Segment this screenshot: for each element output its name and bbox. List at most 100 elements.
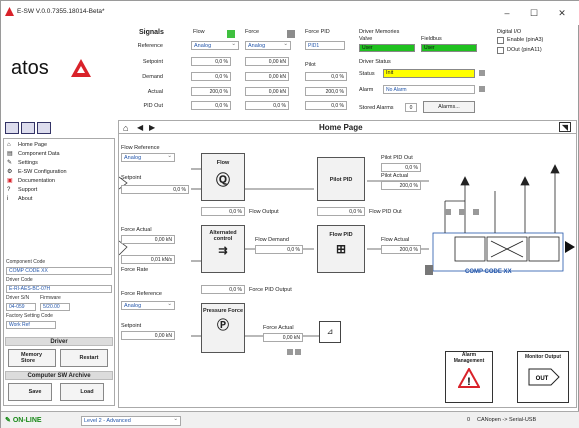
force-rate-value: 0,01 kN/s — [121, 255, 175, 264]
fieldbus-label: Fieldbus — [421, 36, 442, 42]
svg-text:OUT: OUT — [536, 376, 549, 382]
flow-demand-value: 0,0 % — [191, 72, 231, 81]
driver-sn-value: 04-059 — [6, 303, 36, 311]
driver-status-title: Driver Status — [359, 59, 391, 65]
atos-app-icon — [5, 7, 14, 16]
forcepid-header: Force PID — [305, 29, 330, 35]
flow-block[interactable]: Flow Ⓠ — [201, 153, 245, 201]
flow-output-label: Flow Output — [249, 209, 279, 215]
switch-icon: ⇉ — [218, 245, 228, 257]
pilot-header: Pilot — [305, 62, 316, 68]
svg-text:!: ! — [467, 376, 471, 388]
output-arrow-icon: OUT — [528, 368, 560, 386]
access-level-select[interactable]: Level 2 - Advanced — [81, 415, 181, 426]
app-window: E-SW V.0.0.7355.18014-Beta* – ☐ ✕ atos S… — [0, 0, 579, 428]
save-button[interactable]: Save — [8, 383, 52, 401]
component-code-label: Component Code — [6, 259, 46, 265]
component-icon: ▤ — [7, 151, 13, 157]
minimize-button[interactable]: – — [495, 5, 519, 21]
pressure-force-block[interactable]: Pressure Force Ⓟ — [201, 303, 245, 353]
home-icon: ⌂ — [7, 142, 11, 148]
flow-output-value: 0,0 % — [201, 207, 245, 216]
force-pidout-value: 0,0 % — [245, 101, 289, 110]
actual-label: Actual — [147, 89, 163, 95]
info-icon: i — [7, 196, 9, 202]
pilot-actual-label: Pilot Actual — [381, 173, 409, 179]
valve-label: Valve — [359, 36, 373, 42]
setpoint-label: Setpoint — [121, 175, 142, 181]
alternated-control-label: Alternated control — [209, 230, 237, 242]
force-rate-label: Force Rate — [121, 267, 149, 273]
force-reference-label: Force Reference — [121, 291, 162, 297]
pilot-pid-block[interactable]: Pilot PID — [317, 157, 365, 201]
alarm-management-button[interactable]: Alarm Management ! — [445, 351, 493, 403]
close-button[interactable]: ✕ — [550, 5, 574, 21]
flow-reference-select[interactable]: Analog — [191, 40, 239, 50]
force-reference-dropdown[interactable]: Analog — [121, 300, 175, 310]
flow-pid-out-value: 0,0 % — [317, 207, 365, 216]
nav-component-data[interactable]: ▤ Component Data — [4, 150, 114, 159]
maximize-button[interactable]: ☐ — [522, 5, 546, 21]
dout-checkbox[interactable] — [497, 47, 504, 54]
component-code-value: COMP CODE XX — [6, 267, 112, 275]
driver-memories-panel: Driver Memories Valve Fieldbus User User… — [357, 29, 487, 117]
flow-pid-block[interactable]: Flow PID ⊞ — [317, 225, 365, 273]
flow-reference-dropdown[interactable]: Analog — [121, 152, 175, 162]
warning-icon: ! — [457, 366, 481, 388]
connection-count: 0 — [467, 417, 471, 423]
nav-settings[interactable]: ✎ Settings — [4, 159, 114, 168]
flow-actual-value: 200,0 % — [191, 87, 231, 96]
force-setpoint-value: 0,00 kN — [245, 57, 289, 66]
force-led — [287, 30, 295, 38]
restart-button[interactable]: Restart — [60, 349, 108, 367]
alternated-control-block[interactable]: Alternated control ⇉ — [201, 225, 245, 273]
load-button[interactable]: Load — [60, 383, 104, 401]
nav-home-page[interactable]: ⌂ Home Page — [4, 141, 114, 150]
driver-memories-title: Driver Memories — [359, 29, 400, 35]
flow-pid-out-label: Flow PID Out — [369, 209, 402, 215]
enable-checkbox[interactable] — [497, 37, 504, 44]
flow-pid-label: Flow PID — [329, 232, 353, 238]
nav-esw-configuration[interactable]: ⚙ E-SW Configuration — [4, 168, 114, 177]
status-indicator — [479, 70, 485, 76]
nav-about[interactable]: i About — [4, 195, 114, 204]
layout-icon[interactable] — [21, 122, 35, 134]
digital-io-panel: Digital I/O Enable (pinA3) DOut (pinA11) — [497, 29, 577, 69]
alarm-label: Alarm — [359, 87, 374, 93]
indicator — [459, 209, 465, 215]
force-reference-select[interactable]: Analog — [245, 40, 291, 50]
support-icon: ? — [7, 187, 11, 193]
grid-icon[interactable] — [37, 122, 51, 134]
nav-list: ⌂ Home Page ▤ Component Data ✎ Settings ⚙ E-… — [4, 139, 114, 204]
nav-documentation[interactable]: ▣ Documentation — [4, 177, 114, 186]
monitor-output-button[interactable]: Monitor Output OUT — [517, 351, 569, 403]
enable-label: Enable (pinA3) — [507, 37, 544, 43]
forcepid-field[interactable]: PID1 — [305, 41, 345, 50]
valve-comp-code: COMP CODE XX — [465, 269, 512, 275]
pressure-icon: Ⓟ — [216, 318, 229, 332]
restart-label: Restart — [79, 355, 99, 361]
nav-label: E-SW Configuration — [18, 169, 67, 175]
flow-q-icon: Ⓠ — [216, 172, 230, 188]
flow-setpoint-value: 0,0 % — [191, 57, 231, 66]
firmware-value: 5/20.00 — [40, 303, 70, 311]
driver-code-value: E-RI-AES-BC-07H — [6, 285, 112, 293]
alarm-management-label: Alarm Management — [453, 352, 485, 364]
setpoint2-label: Setpoint — [121, 323, 142, 329]
nav-label: Settings — [18, 160, 38, 166]
reference-label: Reference — [137, 43, 163, 49]
pilot-demand-value: 0,0 % — [305, 72, 347, 81]
panel-toggle-icon[interactable] — [5, 122, 19, 134]
fieldbus-memory-value: User — [421, 44, 477, 52]
stored-alarms-count: 0 — [405, 103, 417, 112]
pilot-actual-value: 200,0 % — [381, 181, 421, 190]
memory-store-button[interactable]: Memory Store — [8, 349, 56, 367]
pilot-pid-out-value: 0,0 % — [381, 163, 421, 172]
nav-support[interactable]: ? Support — [4, 186, 114, 195]
alarms-button[interactable]: Alarms... — [423, 101, 475, 113]
status-label: Status — [359, 71, 375, 77]
online-status: ✎ ON-LINE — [5, 416, 42, 424]
transducer-icon: ⊿ — [319, 321, 341, 343]
sidebar: ⌂ Home Page ▤ Component Data ✎ Settings ⚙ E-… — [3, 138, 115, 406]
connection-info: CANopen -> Serial-USB — [477, 417, 537, 423]
